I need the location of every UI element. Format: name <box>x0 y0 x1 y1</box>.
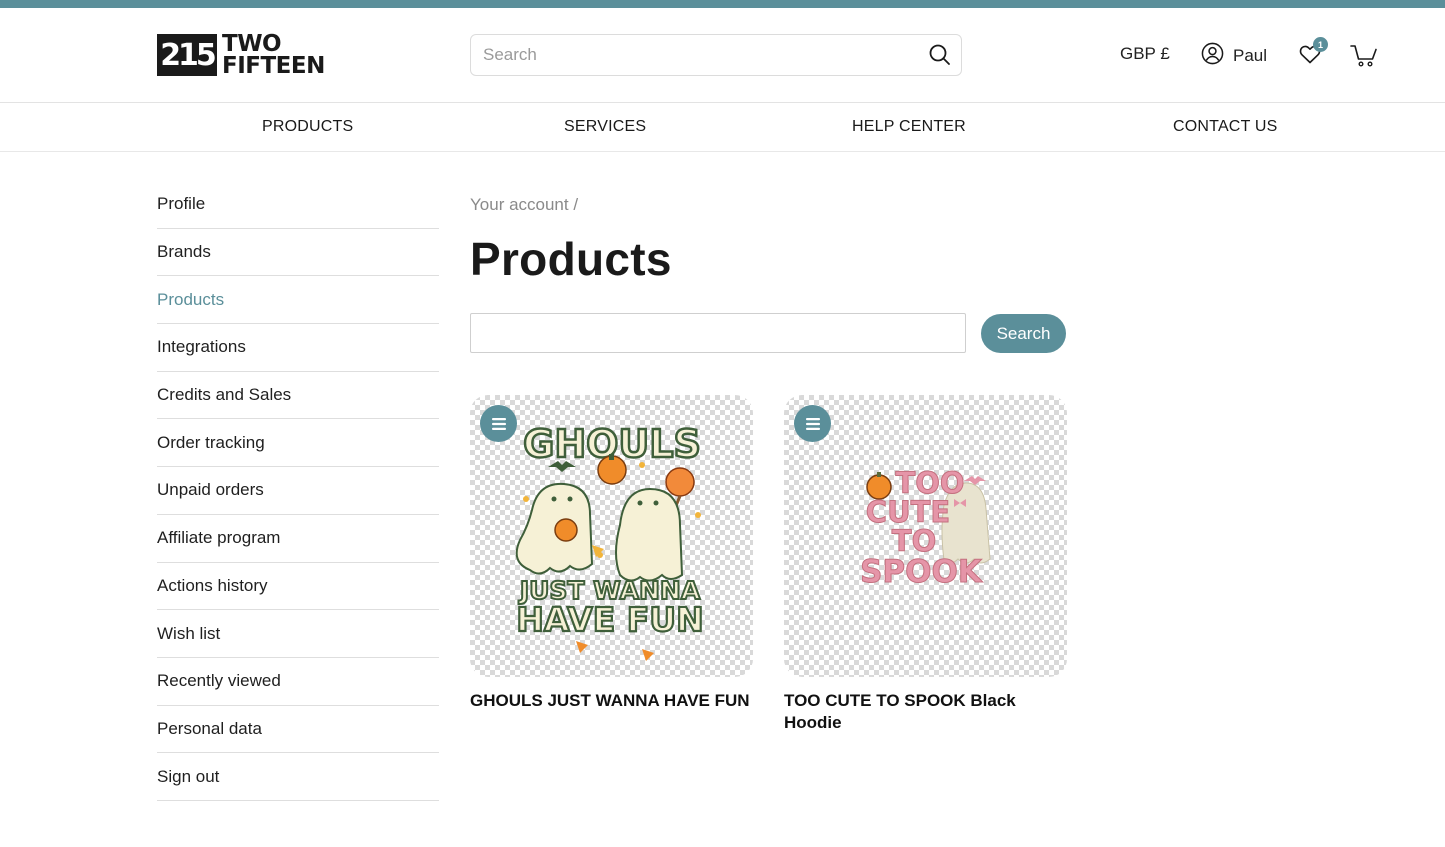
product-title[interactable]: TOO CUTE TO SPOOK Black Hoodie <box>784 690 1067 734</box>
search-icon[interactable] <box>919 35 961 75</box>
product-image[interactable]: GHOULS JUST WANNA HAVE FUN <box>470 395 753 677</box>
logo-mark: 215 <box>157 34 217 76</box>
nav-services[interactable]: SERVICES <box>564 118 646 136</box>
main-nav: PRODUCTS SERVICES HELP CENTER CONTACT US <box>0 102 1445 152</box>
user-icon <box>1201 42 1224 70</box>
page-title: Products <box>470 233 672 285</box>
product-title[interactable]: GHOULS JUST WANNA HAVE FUN <box>470 690 753 712</box>
menu-icon[interactable] <box>794 405 831 442</box>
header-search <box>470 34 962 76</box>
user-name: Paul <box>1233 46 1268 65</box>
ghouls-artwork: GHOULS JUST WANNA HAVE FUN <box>515 421 705 661</box>
sidebar-item-credits-and-sales[interactable]: Credits and Sales <box>157 372 439 420</box>
menu-icon[interactable] <box>480 405 517 442</box>
wishlist-count-badge: 1 <box>1313 37 1328 52</box>
logo-wordmark: TWO FIFTEEN <box>222 31 325 79</box>
too-cute-to-spook-artwork: TOO CUTE TO SPOOK <box>860 466 991 591</box>
breadcrumb[interactable]: Your account / <box>470 195 578 215</box>
site-logo[interactable]: 215 TWO FIFTEEN <box>157 31 325 79</box>
sidebar-item-products[interactable]: Products <box>157 276 439 325</box>
product-card[interactable]: TOO CUTE TO SPOOK TOO CUTE TO SPOOK Blac… <box>784 395 1067 734</box>
art-line-4: SPOOK <box>860 554 983 590</box>
sidebar-item-unpaid-orders[interactable]: Unpaid orders <box>157 467 439 515</box>
sidebar-item-order-tracking[interactable]: Order tracking <box>157 419 439 468</box>
logo-line-1: TWO <box>222 31 282 57</box>
user-account-link[interactable]: Paul <box>1201 42 1267 70</box>
nav-help-center[interactable]: HELP CENTER <box>852 118 966 136</box>
header-search-input[interactable] <box>471 35 919 75</box>
sidebar-item-integrations[interactable]: Integrations <box>157 324 439 372</box>
currency-selector[interactable]: GBP £ <box>1120 44 1170 64</box>
sidebar-item-recently-viewed[interactable]: Recently viewed <box>157 658 439 706</box>
product-search-button[interactable]: Search <box>981 314 1066 353</box>
sidebar-item-actions-history[interactable]: Actions history <box>157 563 439 611</box>
sidebar-item-profile[interactable]: Profile <box>157 181 439 229</box>
sidebar-item-wish-list[interactable]: Wish list <box>157 610 439 658</box>
product-search-input[interactable] <box>470 313 966 353</box>
sidebar-item-sign-out[interactable]: Sign out <box>157 753 439 801</box>
sidebar-item-personal-data[interactable]: Personal data <box>157 706 439 754</box>
logo-line-2: FIFTEEN <box>222 53 325 79</box>
top-accent-bar <box>0 0 1445 8</box>
site-header: 215 TWO FIFTEEN GBP £ Paul 1 <box>0 8 1445 102</box>
nav-products[interactable]: PRODUCTS <box>262 118 353 136</box>
sidebar-item-affiliate-program[interactable]: Affiliate program <box>157 515 439 563</box>
nav-contact-us[interactable]: CONTACT US <box>1173 118 1278 136</box>
cart-icon[interactable] <box>1350 42 1378 68</box>
product-card[interactable]: GHOULS JUST WANNA HAVE FUN GHOULS JUST W… <box>470 395 753 712</box>
art-text-bottom: HAVE FUN <box>516 600 703 639</box>
art-line-3: TO <box>892 524 936 558</box>
account-sidebar: Profile Brands Products Integrations Cre… <box>157 181 439 801</box>
product-image[interactable]: TOO CUTE TO SPOOK <box>784 395 1067 677</box>
sidebar-item-brands[interactable]: Brands <box>157 229 439 277</box>
